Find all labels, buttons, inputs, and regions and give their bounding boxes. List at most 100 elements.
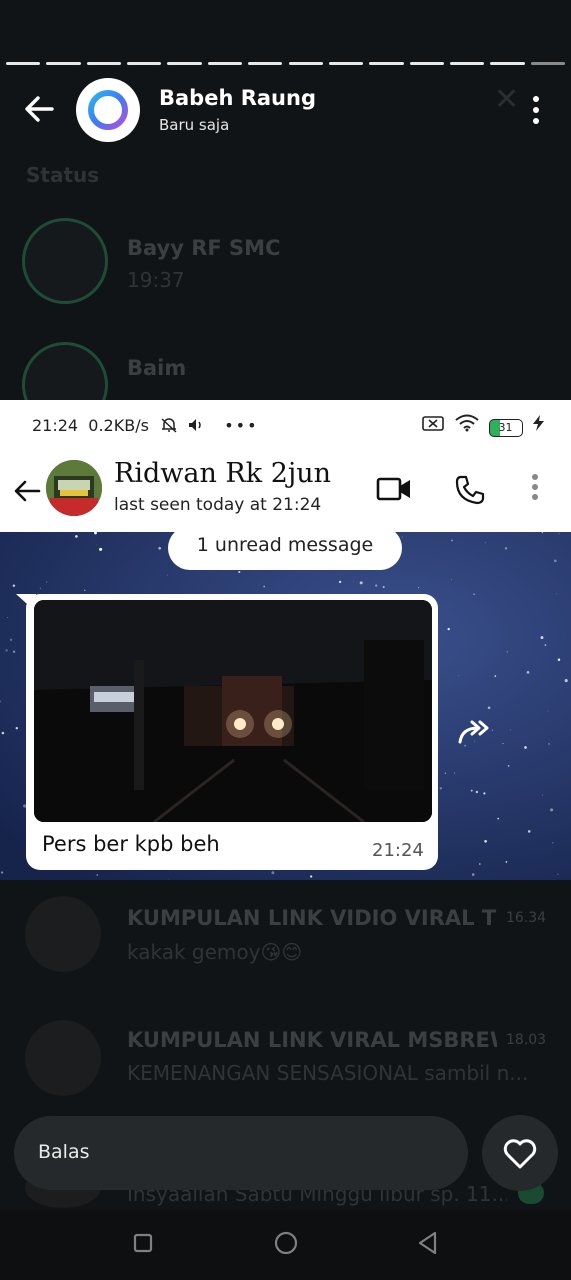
star (451, 539, 453, 542)
star (526, 671, 530, 674)
star (540, 636, 544, 640)
story-timestamp: Baru saja (159, 116, 230, 134)
story-progress-segment (449, 62, 485, 65)
star (484, 839, 487, 843)
inner-status-bar: 21:24 0.2KB/s ••• 31 (0, 400, 571, 452)
star (556, 593, 557, 595)
star (457, 674, 459, 676)
star (167, 879, 169, 880)
unread-message-banner: 1 unread message (168, 526, 402, 570)
like-button[interactable] (482, 1115, 558, 1191)
star (5, 649, 8, 652)
train-avatar-icon (46, 460, 102, 516)
list-item-name: Baim (127, 356, 187, 380)
star (166, 574, 168, 576)
star (9, 638, 13, 641)
star (505, 861, 508, 863)
star (13, 650, 16, 653)
no-sim-icon (421, 416, 444, 431)
story-progress-segment (86, 62, 122, 65)
back-arrow-icon[interactable] (22, 92, 56, 126)
star (473, 593, 475, 595)
star (158, 546, 161, 550)
recents-icon[interactable] (132, 1232, 154, 1254)
avatar (25, 896, 101, 972)
list-item-name: Bayy RF SMC (127, 236, 281, 260)
story-progress-segment (409, 62, 444, 65)
story-author-name: Babeh Raung (159, 86, 316, 110)
phone-icon[interactable] (454, 474, 486, 506)
star (444, 772, 446, 774)
star (417, 587, 419, 589)
story-progress-segment (6, 62, 41, 65)
star (542, 794, 543, 796)
home-icon[interactable] (273, 1230, 299, 1256)
forward-icon[interactable] (456, 718, 496, 748)
star (46, 581, 48, 583)
list-item-name: KUMPULAN LINK VIRAL MSBREW... (127, 1028, 497, 1052)
story-progress-segment (207, 62, 243, 65)
story-progress-segment (46, 62, 81, 65)
star (1, 731, 5, 735)
story-progress-segment (167, 62, 202, 65)
inner-status-left: 21:24 0.2KB/s ••• (32, 416, 259, 435)
status-avatar-ring (22, 218, 108, 304)
star (494, 675, 497, 677)
star (0, 871, 4, 874)
message-photo[interactable] (34, 600, 432, 822)
list-item-sub: 19:37 (127, 268, 185, 292)
star (510, 729, 512, 731)
inner-net-speed: 0.2KB/s (88, 416, 149, 435)
inner-clock: 21:24 (32, 416, 79, 435)
list-item-name: KUMPULAN LINK VIDIO VIRAL TE... (127, 906, 497, 930)
back-arrow-icon[interactable] (12, 476, 42, 506)
star (382, 585, 385, 589)
star (454, 772, 455, 774)
avatar[interactable] (76, 78, 140, 142)
story-progress-segment (248, 62, 283, 65)
wifi-icon (455, 414, 479, 432)
battery-icon: 31 (488, 419, 523, 437)
star (310, 875, 313, 878)
story-progress-segment (490, 62, 525, 65)
mute-bell-icon (161, 418, 177, 433)
contact-avatar[interactable] (46, 460, 102, 516)
star (564, 679, 568, 683)
star (12, 584, 16, 587)
star (547, 710, 549, 712)
star (544, 644, 547, 646)
star (7, 616, 9, 618)
story-progress-segment (369, 62, 404, 65)
system-navigation-bar (0, 1210, 571, 1280)
star (557, 873, 559, 875)
star (359, 581, 363, 585)
story-ring-logo-icon (88, 90, 128, 130)
star (238, 570, 241, 574)
status-section-label: Status (26, 163, 100, 187)
star (552, 842, 554, 844)
star (338, 580, 342, 584)
more-vert-icon[interactable] (530, 96, 542, 124)
inner-status-right: 31 (421, 414, 547, 437)
list-item-sub: KEMENANGAN SENSASIONAL sambil n... (127, 1061, 529, 1085)
star (401, 536, 403, 538)
star (75, 535, 78, 538)
more-vert-icon[interactable] (532, 474, 540, 500)
star (487, 706, 491, 710)
list-item-time: 16.34 (506, 910, 547, 926)
back-nav-icon[interactable] (415, 1230, 441, 1256)
star (557, 658, 561, 662)
star (263, 585, 266, 588)
star (84, 589, 86, 591)
contact-name[interactable]: Ridwan Rk 2jun (114, 458, 331, 489)
star (506, 651, 508, 653)
story-progress-segment (288, 62, 323, 65)
charging-icon (533, 415, 544, 431)
star (504, 547, 508, 550)
star (470, 789, 473, 792)
star (439, 787, 442, 790)
star (502, 743, 504, 744)
reply-placeholder: Balas (38, 1141, 90, 1163)
star (553, 559, 557, 563)
video-call-icon[interactable] (376, 476, 412, 502)
